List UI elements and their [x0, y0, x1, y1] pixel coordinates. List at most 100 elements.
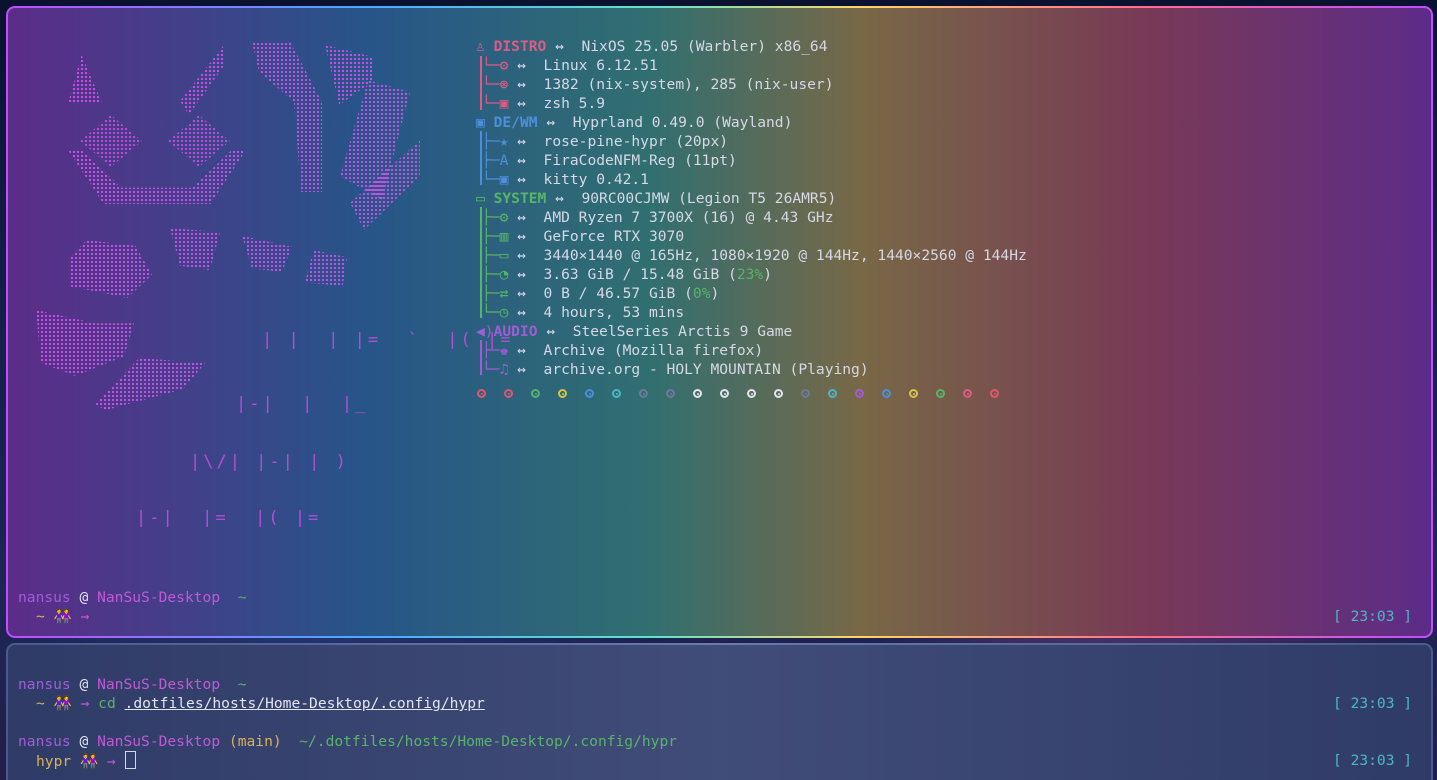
fetch-row: ├─A ↔ FiraCodeNFM-Reg (11pt): [482, 152, 737, 169]
packages-value: 1382 (nix-system), 285 (nix-user): [543, 76, 834, 93]
fetch-row: ├─♚ ↔ Archive (Mozilla firefox): [482, 342, 764, 359]
dewm-label: DE/WM: [493, 114, 538, 131]
fetch-row: └─⚙ ↔ Linux 6.12.51: [482, 57, 658, 74]
shell-value: zsh 5.9: [543, 95, 606, 112]
speaker-icon: ◀): [476, 323, 494, 340]
fetch-row: ├─◔ ↔ 3.63 GiB / 15.48 GiB (23%): [482, 266, 772, 283]
prompt-top-line2[interactable]: ~ 👭 →: [36, 607, 89, 626]
fetch-distro-row: ♙ DISTRO ↔ NixOS 25.05 (Warbler) x86_64: [476, 37, 828, 56]
palette-swatch-3: [558, 389, 567, 398]
dewm-value: Hyprland 0.49.0 (Wayland): [572, 114, 793, 131]
swap-percent: 0%: [692, 285, 711, 302]
fetch-row: ├─⇄ ↔ 0 B / 46.57 GiB (0%): [482, 285, 720, 302]
fetch-row: ├─⚙ ↔ AMD Ryzen 7 3700X (16) @ 4.43 GHz: [482, 209, 834, 226]
palette-swatch-17: [936, 389, 945, 398]
people-icon: 👭: [53, 608, 72, 625]
window-icon: ▣: [476, 114, 485, 131]
fetch-row: ├─▥ ↔ GeForce RTX 3070: [482, 228, 685, 245]
prompt-at: @: [79, 733, 89, 750]
audio-value: SteelSeries Arctis 9 Game: [572, 323, 793, 340]
prompt-top-line1: nansus @ NanSuS-Desktop ~: [18, 588, 247, 607]
swap-value: 0 B / 46.57 GiB (: [543, 285, 693, 302]
palette-swatch-9: [720, 389, 729, 398]
palette-swatch-7: [666, 389, 675, 398]
palette-swatch-10: [747, 389, 756, 398]
fetch-row: └─⊛ ↔ 1382 (nix-system), 285 (nix-user): [482, 76, 834, 93]
command-name: cd: [98, 695, 116, 712]
palette-swatch-0: [477, 389, 486, 398]
cpu-value: AMD Ryzen 7 3700X (16) @ 4.43 GHz: [543, 209, 834, 226]
palette-swatch-6: [639, 389, 648, 398]
prompt-arrow-icon: →: [80, 695, 90, 712]
audio-label: AUDIO: [493, 323, 538, 340]
palette-swatch-14: [855, 389, 864, 398]
palette-swatch-19: [990, 389, 999, 398]
prompt-bot1-line1: nansus @ NanSuS-Desktop ~: [18, 675, 247, 694]
system-label: SYSTEM: [493, 190, 547, 207]
palette-swatch-4: [585, 389, 594, 398]
distro-value: NixOS 25.05 (Warbler) x86_64: [581, 38, 828, 55]
fetch-row: ├─★ ↔ rose-pine-hypr (20px): [482, 133, 729, 150]
prompt-host: NanSuS-Desktop: [97, 589, 221, 606]
palette-swatch-1: [504, 389, 513, 398]
prompt-dir: ~: [237, 676, 247, 693]
palette-swatch-2: [531, 389, 540, 398]
palette-swatch-12: [801, 389, 810, 398]
prompt-arrow-icon: →: [106, 753, 116, 770]
fetch-audio-row: ◀)AUDIO ↔ SteelSeries Arctis 9 Game: [476, 323, 793, 340]
media-player-value: Archive (Mozilla firefox): [543, 342, 764, 359]
gpu-value: GeForce RTX 3070: [543, 228, 685, 245]
art-text-4: |-| |= |( |=: [136, 508, 322, 528]
fetch-system-row: ▭ SYSTEM ↔ 90RC00CJMW (Legion T5 26AMR5): [476, 190, 837, 207]
penguin-icon: ♙: [476, 38, 485, 55]
prompt-bot2-line2[interactable]: hypr 👭 →: [36, 751, 136, 771]
fetch-row: └─▣ ↔ zsh 5.9: [482, 95, 606, 112]
palette-swatch-16: [909, 389, 918, 398]
palette-swatch-13: [828, 389, 837, 398]
palette-swatch-5: [612, 389, 621, 398]
kernel-value: Linux 6.12.51: [543, 57, 658, 74]
display-value: 3440×1440 @ 165Hz, 1080×1920 @ 144Hz, 14…: [543, 247, 1027, 264]
distro-label: DISTRO: [493, 38, 547, 55]
memory-percent: 23%: [736, 266, 764, 283]
prompt-at: @: [79, 589, 89, 606]
terminal-value: kitty 0.42.1: [543, 171, 649, 188]
prompt-arrow-icon: →: [80, 608, 90, 625]
cursor-theme-value: rose-pine-hypr (20px): [543, 133, 729, 150]
uptime-value: 4 hours, 53 mins: [543, 304, 685, 321]
git-branch: (main): [228, 733, 282, 750]
prompt-time: [ 23:03 ]: [1333, 695, 1413, 712]
prompt-bot2-line1: nansus @ NanSuS-Desktop (main) ~/.dotfil…: [18, 732, 677, 751]
prompt-time: [ 23:03 ]: [1333, 608, 1413, 625]
media-title-value: archive.org - HOLY MOUNTAIN (Playing): [543, 361, 869, 378]
command-argument: .dotfiles/hosts/Home-Desktop/.config/hyp…: [124, 695, 485, 712]
prompt-at: @: [79, 676, 89, 693]
system-value: 90RC00CJMW (Legion T5 26AMR5): [581, 190, 837, 207]
fetch-row: ├─▭ ↔ 3440×1440 @ 165Hz, 1080×1920 @ 144…: [482, 247, 1027, 264]
palette-swatch-11: [774, 389, 783, 398]
monitor-icon: ▭: [476, 190, 485, 207]
memory-value: 3.63 GiB / 15.48 GiB (: [543, 266, 737, 283]
prompt-dir: ~: [237, 589, 247, 606]
arrow: ↔: [555, 38, 564, 55]
prompt-host: NanSuS-Desktop: [97, 676, 221, 693]
fetch-row: └─◷ ↔ 4 hours, 53 mins: [482, 304, 685, 321]
palette-swatch-15: [882, 389, 891, 398]
prompt-short-dir: ~: [36, 695, 45, 712]
prompt-user: nansus: [18, 589, 71, 606]
font-value: FiraCodeNFM-Reg (11pt): [543, 152, 737, 169]
fetch-row: └─♫ ↔ archive.org - HOLY MOUNTAIN (Playi…: [482, 361, 869, 378]
prompt-user: nansus: [18, 733, 71, 750]
prompt-short-dir: hypr: [36, 753, 72, 770]
palette-swatch-8: [693, 389, 702, 398]
prompt-host: NanSuS-Desktop: [97, 733, 221, 750]
people-icon: 👭: [79, 753, 99, 770]
prompt-bot1-line2: ~ 👭 → cd .dotfiles/hosts/Home-Desktop/.c…: [36, 694, 485, 713]
text-cursor[interactable]: [124, 751, 136, 769]
prompt-time: [ 23:03 ]: [1333, 752, 1413, 769]
art-text-2: |-| | |_: [236, 394, 369, 414]
color-palette: [477, 383, 1017, 402]
palette-swatch-18: [963, 389, 972, 398]
prompt-dir: ~/.dotfiles/hosts/Home-Desktop/.config/h…: [299, 733, 678, 750]
art-text-3: |\/| |-| | ): [190, 452, 349, 472]
